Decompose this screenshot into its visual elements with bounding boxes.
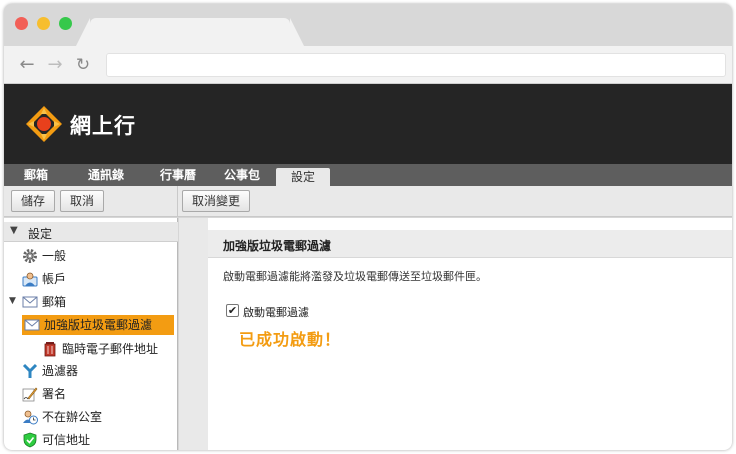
sidebar-item-label: 可信地址 [42,433,91,447]
browser-titlebar [4,4,732,46]
trash-can-icon [44,342,56,357]
signature-pen-icon [22,387,38,402]
address-bar[interactable] [106,53,726,77]
sidebar-item-filters[interactable]: 過濾器 [22,361,172,381]
account-icon [22,272,38,287]
tab-mailbox[interactable]: 郵箱 [12,164,60,186]
sidebar-item-label: 帳戶 [42,272,67,286]
sidebar-item-signature[interactable]: 署名 [22,384,172,404]
sidebar-item-label: 過濾器 [42,364,79,378]
sidebar-item-trusted-addresses[interactable]: 可信地址 [22,430,172,450]
settings-tree-label: 設定 [28,227,53,241]
tab-contacts[interactable]: 通訊錄 [72,164,140,186]
settings-content: 加強版垃圾電郵過濾 啟動電郵過濾能將濫發及垃圾電郵傳送至垃圾郵件匣。 ✔ 啟動電… [208,218,732,450]
content-gutter [179,218,208,450]
close-window-button[interactable] [15,17,28,30]
sidebar-item-temp-address[interactable]: 臨時電子郵件地址 [42,339,176,359]
browser-window: ← → ↻ 網上行 郵箱 通訊錄 行事曆 公事包 設定 儲存 取消 取消變更 ▼… [4,4,732,450]
sidebar-item-account[interactable]: 帳戶 [22,269,172,289]
sidebar-item-label: 臨時電子郵件地址 [62,342,159,356]
cancel-button[interactable]: 取消 [60,190,105,212]
tab-briefcase[interactable]: 公事包 [214,164,270,186]
module-tab-bar: 郵箱 通訊錄 行事曆 公事包 設定 [4,164,732,186]
reload-icon[interactable]: ↻ [72,54,94,76]
undo-changes-button[interactable]: 取消變更 [182,190,251,212]
filter-icon [22,363,38,378]
maximize-window-button[interactable] [59,17,72,30]
shield-check-icon [23,432,37,448]
out-of-office-icon [23,410,38,425]
tab-calendar[interactable]: 行事曆 [146,164,210,186]
settings-tree-header[interactable]: ▼ 設定 [4,222,178,242]
section-header: 加強版垃圾電郵過濾 [208,230,732,258]
sidebar-item-label: 加強版垃圾電郵過濾 [44,318,153,332]
sidebar-item-out-of-office[interactable]: 不在辦公室 [22,407,172,427]
logo-icon [26,106,62,142]
sidebar-item-mailbox[interactable]: 郵箱 [22,292,172,312]
gear-icon [23,249,37,263]
envelope-icon [24,319,40,331]
save-button[interactable]: 儲存 [11,190,56,212]
browser-tab[interactable] [76,18,304,46]
sidebar-item-label: 署名 [42,387,67,401]
forward-arrow-icon[interactable]: → [44,54,66,76]
back-arrow-icon[interactable]: ← [16,54,38,76]
collapse-arrow-icon[interactable]: ▼ [10,225,18,236]
logo-text: 網上行 [70,114,136,138]
section-description: 啟動電郵過濾能將濫發及垃圾電郵傳送至垃圾郵件匣。 [223,270,487,283]
browser-navbar: ← → ↻ [4,46,732,84]
enable-filter-label[interactable]: 啟動電郵過濾 [243,304,309,320]
toolbar: 儲存 取消 取消變更 [4,186,732,217]
enable-filter-checkbox[interactable]: ✔ [226,304,239,317]
sidebar-item-label: 不在辦公室 [42,410,103,424]
settings-sidebar: ▼ 設定 一般 帳戶 ▼ 郵箱 加強版垃圾電郵過濾 臨時電子郵件地址 過濾器 署… [4,218,178,450]
envelope-icon [22,296,38,308]
sidebar-item-spam-filter[interactable]: 加強版垃圾電郵過濾 [22,315,174,335]
app-header: 網上行 [4,84,732,164]
sidebar-item-label: 一般 [42,249,67,263]
expand-arrow-icon[interactable]: ▼ [9,296,16,306]
sidebar-item-label: 郵箱 [42,295,67,309]
tab-settings[interactable]: 設定 [276,168,330,186]
minimize-window-button[interactable] [37,17,50,30]
section-title: 加強版垃圾電郵過濾 [223,239,332,253]
success-message: 已成功啟動！ [239,330,342,349]
sidebar-item-general[interactable]: 一般 [22,246,172,266]
toolbar-divider [177,186,178,217]
